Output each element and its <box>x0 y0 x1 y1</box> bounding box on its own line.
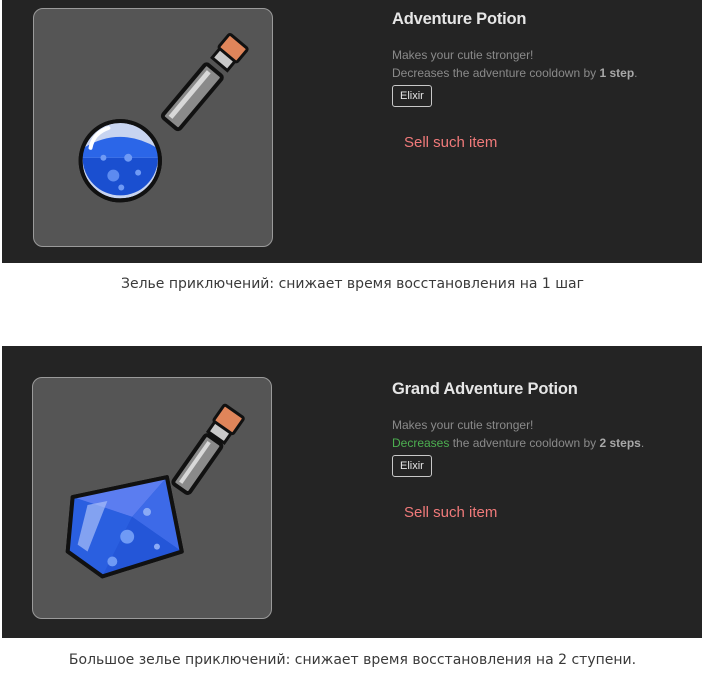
category-badge: Elixir <box>392 455 432 477</box>
item-title: Grand Adventure Potion <box>392 380 578 398</box>
item-image-frame <box>32 377 272 619</box>
sell-item-button[interactable]: Sell such item <box>404 504 497 522</box>
desc-text: the adventure cooldown by <box>449 436 600 450</box>
desc-highlight: Decreases <box>392 436 450 450</box>
item-card-grand-adventure-potion: Grand Adventure Potion Makes your cutie … <box>2 346 702 638</box>
item-card-adventure-potion: Adventure Potion Makes your cutie strong… <box>2 0 702 263</box>
item-caption: Большое зелье приключений: снижает время… <box>68 652 637 668</box>
desc-line-1: Makes your cutie stronger! <box>392 418 534 432</box>
item-info: Grand Adventure Potion Makes your cutie … <box>392 379 692 522</box>
item-title: Adventure Potion <box>392 10 527 28</box>
item-description: Makes your cutie stronger! Decreases the… <box>392 46 692 82</box>
diamond-blue-potion-icon <box>65 403 245 579</box>
item-info: Adventure Potion Makes your cutie strong… <box>392 9 692 152</box>
desc-line-2: Decreases the adventure cooldown by 1 st… <box>392 64 692 82</box>
item-caption: Зелье приключений: снижает время восстан… <box>120 276 584 292</box>
desc-bold: 1 step <box>599 66 635 80</box>
item-description: Makes your cutie stronger! Decreases the… <box>392 416 692 452</box>
round-blue-potion-icon <box>78 32 249 203</box>
desc-text: Decreases the adventure cooldown by <box>392 66 600 80</box>
desc-line-2: Decreases the adventure cooldown by 2 st… <box>392 434 692 452</box>
desc-suffix: . <box>634 66 638 80</box>
sell-item-button[interactable]: Sell such item <box>404 134 497 152</box>
category-badge: Elixir <box>392 85 432 107</box>
desc-bold: 2 steps <box>599 436 641 450</box>
item-image-frame <box>33 8 273 247</box>
desc-line-1: Makes your cutie stronger! <box>392 48 534 62</box>
desc-suffix: . <box>640 436 645 450</box>
